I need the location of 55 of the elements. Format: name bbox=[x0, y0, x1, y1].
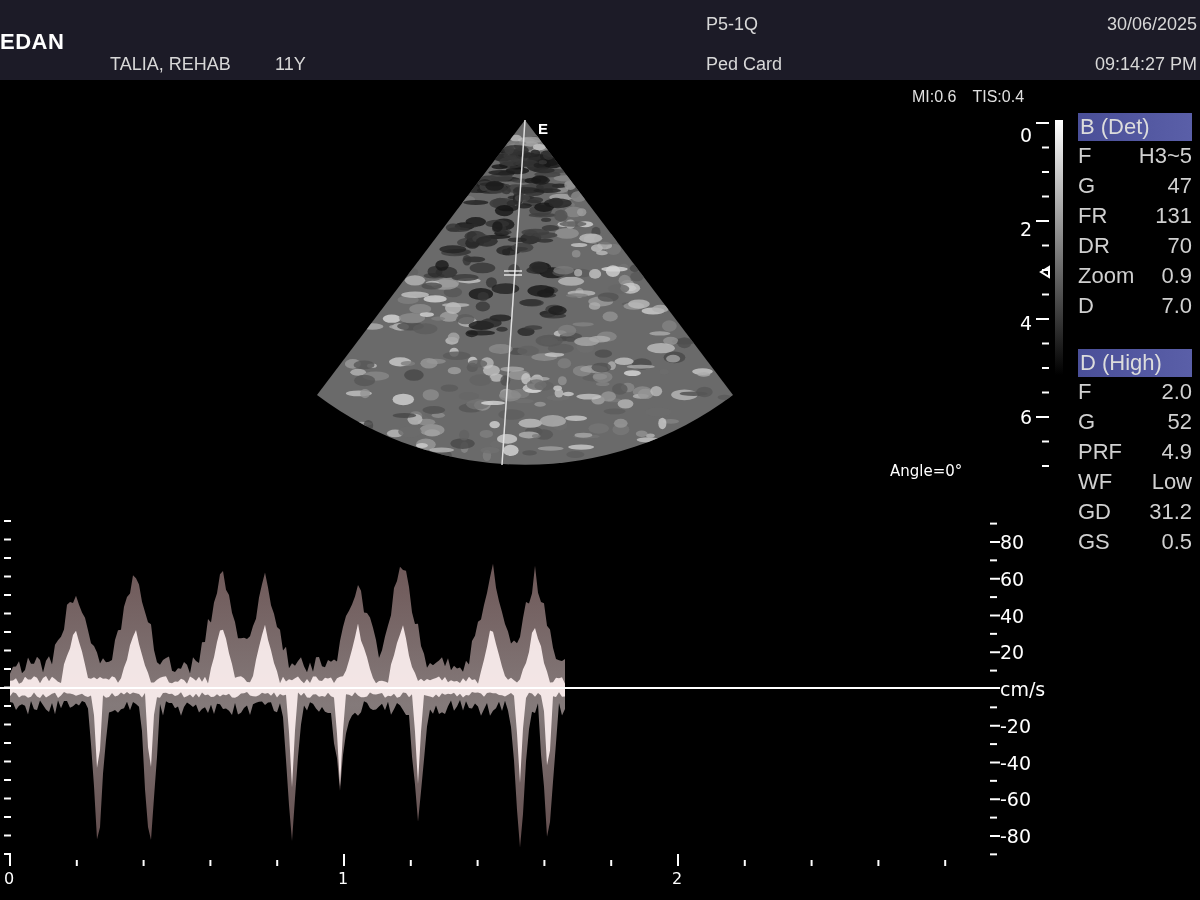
patient-age: 11Y bbox=[275, 54, 307, 76]
date: 30/06/2025 bbox=[1106, 14, 1198, 36]
param-value: 0.5 bbox=[1161, 528, 1192, 556]
logo: EDAN bbox=[0, 29, 65, 55]
param-value: 131 bbox=[1155, 202, 1192, 230]
param-label: DR bbox=[1078, 232, 1110, 260]
param-value: 0.9 bbox=[1161, 262, 1192, 290]
velocity-label: -20 bbox=[1000, 713, 1032, 739]
depth-label: 6 bbox=[1020, 405, 1033, 430]
probe-name: P5-1Q bbox=[706, 14, 760, 36]
param-label: F bbox=[1078, 142, 1092, 170]
time-label: 1 bbox=[338, 868, 349, 890]
time-label: 0 bbox=[4, 868, 15, 890]
velocity-label: -80 bbox=[1000, 824, 1032, 849]
param-label: FR bbox=[1078, 202, 1108, 230]
param-label: G bbox=[1078, 408, 1096, 436]
param-label: WF bbox=[1078, 468, 1113, 496]
mode-title: D (High) bbox=[1078, 349, 1192, 377]
time: 09:14:27 PM bbox=[1094, 54, 1198, 76]
patient-name: TALIA, REHAB bbox=[110, 54, 232, 76]
velocity-label: 80 bbox=[1000, 530, 1025, 555]
velocity-label: -40 bbox=[1000, 750, 1032, 776]
param-label: F bbox=[1078, 378, 1092, 406]
acoustic-index: MI:0.6 bbox=[912, 88, 957, 106]
time-label: 2 bbox=[672, 868, 683, 890]
param-value: 31.2 bbox=[1149, 498, 1192, 526]
mode-title: B (Det) bbox=[1078, 113, 1192, 141]
velocity-label: 60 bbox=[1000, 566, 1025, 592]
exam-preset: Ped Card bbox=[706, 54, 784, 76]
velocity-label: cm/s bbox=[1000, 677, 1046, 702]
param-label: Zoom bbox=[1078, 262, 1135, 290]
param-label: D bbox=[1078, 292, 1094, 320]
param-value: 7.0 bbox=[1161, 292, 1192, 320]
param-value: 70 bbox=[1167, 232, 1192, 260]
param-label: PRF bbox=[1078, 438, 1122, 466]
param-value: 4.9 bbox=[1161, 438, 1192, 466]
depth-label: 2 bbox=[1020, 217, 1033, 242]
sample-gate-icon bbox=[503, 270, 523, 276]
param-label: G bbox=[1078, 172, 1096, 200]
focus-marker-icon bbox=[1039, 265, 1050, 279]
param-value: 52 bbox=[1167, 408, 1192, 436]
param-value: H3~5 bbox=[1138, 142, 1192, 170]
depth-label: 0 bbox=[1020, 123, 1033, 148]
param-label: GS bbox=[1078, 528, 1110, 556]
param-value: 2.0 bbox=[1161, 378, 1192, 406]
param-value: Low bbox=[1151, 468, 1192, 496]
acoustic-index: TIS:0.4 bbox=[972, 88, 1025, 106]
velocity-label: -60 bbox=[1000, 787, 1032, 813]
angle-label: Angle=0° bbox=[890, 462, 963, 480]
depth-label: 4 bbox=[1020, 311, 1033, 336]
velocity-label: 20 bbox=[1000, 640, 1025, 666]
velocity-label: 40 bbox=[1000, 603, 1025, 629]
param-label: GD bbox=[1078, 498, 1111, 526]
param-value: 47 bbox=[1167, 172, 1192, 200]
cursor-mark: E bbox=[538, 120, 548, 137]
